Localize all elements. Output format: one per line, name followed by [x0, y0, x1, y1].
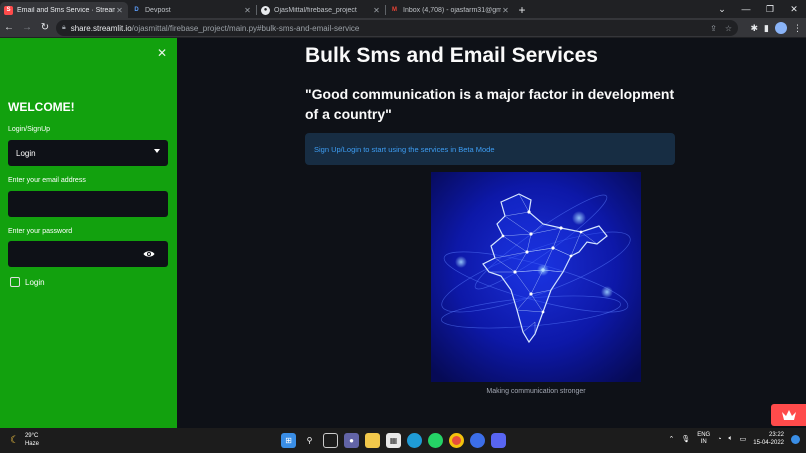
new-tab-button[interactable]: + — [514, 3, 530, 17]
tab-gmail[interactable]: M Inbox (4,708) - ojasfarm31@gma ✕ — [386, 2, 514, 18]
menu-kebab-icon[interactable]: ⋮ — [793, 23, 802, 34]
teams-chat-icon[interactable]: ● — [344, 433, 359, 448]
tab-github[interactable]: ● OjasMittal/firebase_project ✕ — [257, 2, 385, 18]
minimize-icon[interactable]: — — [734, 0, 758, 18]
close-tab-icon[interactable]: ✕ — [501, 6, 510, 15]
moon-icon: ☾ — [10, 434, 19, 446]
taskbar-apps: ⊞ ⚲ ● ▦ — [281, 433, 506, 448]
file-explorer-icon[interactable] — [365, 433, 380, 448]
streamlit-icon: S — [4, 5, 13, 15]
url-path: /ojasmittal/firebase_project/main.py#bul… — [131, 23, 360, 33]
close-sidebar-icon[interactable]: ✕ — [157, 46, 167, 60]
close-window-icon[interactable]: ✕ — [782, 0, 806, 18]
weather-desc: Haze — [24, 441, 39, 447]
chevron-down-icon — [154, 149, 160, 153]
discord-icon[interactable] — [491, 433, 506, 448]
welcome-heading: WELCOME! — [8, 100, 75, 114]
tab-title: OjasMittal/firebase_project — [274, 6, 357, 14]
close-tab-icon[interactable]: ✕ — [243, 6, 252, 15]
crown-icon — [781, 410, 796, 420]
image-caption: Making communication stronger — [486, 388, 586, 395]
extensions-icon[interactable]: ✱ — [751, 23, 759, 34]
battery-icon[interactable]: ▭ — [740, 435, 747, 443]
forward-icon[interactable]: → — [18, 22, 36, 33]
reload-icon[interactable]: ↻ — [36, 22, 54, 33]
window-controls: ⌄ — ❐ ✕ — [710, 0, 806, 18]
clock-time: 23:22 — [768, 432, 784, 438]
clock[interactable]: 23:22 15-04-2022 — [753, 431, 784, 447]
notification-icon[interactable] — [791, 434, 800, 444]
login-signup-select[interactable]: Login — [8, 140, 168, 166]
menu-label: Login/SignUp — [8, 126, 51, 133]
close-tab-icon[interactable]: ✕ — [115, 6, 124, 15]
login-checkbox[interactable] — [10, 277, 20, 287]
store-icon[interactable]: ▦ — [386, 433, 401, 448]
tab-devpost[interactable]: D Devpost ✕ — [128, 2, 256, 18]
quote-heading: "Good communication is a major factor in… — [305, 86, 675, 122]
back-icon[interactable]: ← — [0, 22, 18, 33]
whatsapp-icon[interactable] — [428, 433, 443, 448]
clock-date: 15-04-2022 — [753, 440, 784, 446]
language-indicator[interactable]: ENG IN — [697, 432, 710, 446]
address-bar[interactable]: 🔒︎ share.streamlit.io /ojasmittal/fireba… — [56, 20, 738, 36]
chevron-up-icon[interactable]: ⌃ — [668, 435, 674, 443]
windows-start-icon[interactable]: ⊞ — [281, 433, 296, 448]
weather-widget[interactable]: ☾ 29°C Haze — [10, 432, 39, 448]
main-content: Bulk Sms and Email Services "Good commun… — [177, 38, 806, 428]
streamlit-manage-badge[interactable] — [771, 404, 806, 426]
tab-search-icon[interactable]: ⌄ — [710, 0, 734, 18]
lang-top: ENG — [697, 432, 711, 438]
info-alert-text: Sign Up/Login to start using the service… — [314, 144, 495, 154]
url-host: share.streamlit.io — [70, 23, 132, 33]
volume-icon[interactable]: 🔈︎ — [728, 435, 732, 443]
lock-icon: 🔒︎ — [62, 24, 66, 31]
tab-strip: S Email and Sms Service · Streamlit ✕ D … — [0, 0, 806, 18]
info-alert: Sign Up/Login to start using the service… — [305, 133, 675, 165]
mic-off-icon[interactable]: 🎙︎ — [681, 435, 690, 443]
os-taskbar: ☾ 29°C Haze ⊞ ⚲ ● ▦ ⌃ 🎙︎ ENG IN ◔ 🔈︎ ▭ 2… — [0, 428, 806, 453]
profile-avatar[interactable] — [775, 22, 787, 34]
password-label: Enter your password — [8, 228, 73, 235]
chrome-icon[interactable] — [449, 433, 464, 448]
task-view-icon[interactable] — [323, 433, 338, 448]
github-icon: ● — [261, 5, 270, 15]
tab-title: Inbox (4,708) - ojasfarm31@gma — [403, 6, 501, 14]
gmail-icon: M — [392, 7, 397, 13]
email-label: Enter your email address — [8, 177, 86, 184]
edge-icon[interactable] — [407, 433, 422, 448]
tab-title: Email and Sms Service · Streamlit — [17, 6, 115, 14]
tab-title: Devpost — [145, 6, 171, 14]
sidebar: ✕ WELCOME! Login/SignUp Login Enter your… — [0, 38, 177, 428]
tab-streamlit[interactable]: S Email and Sms Service · Streamlit ✕ — [0, 2, 128, 18]
close-tab-icon[interactable]: ✕ — [372, 6, 381, 15]
login-checkbox-label: Login — [25, 278, 45, 287]
browser-toolbar: ← → ↻ 🔒︎ share.streamlit.io /ojasmittal/… — [0, 18, 806, 38]
search-icon[interactable]: ⚲ — [302, 433, 317, 448]
bookmark-star-icon[interactable]: ☆ — [725, 24, 732, 33]
share-icon[interactable]: ⇪ — [710, 24, 717, 33]
chrome-beta-icon[interactable] — [470, 433, 485, 448]
weather-temp: 29°C — [24, 433, 39, 439]
system-tray: ⌃ 🎙︎ ENG IN ◔ 🔈︎ ▭ 23:22 15-04-2022 — [668, 431, 800, 447]
wifi-icon[interactable]: ◔ — [717, 436, 721, 443]
show-password-icon[interactable] — [143, 250, 155, 258]
devpost-icon: D — [134, 7, 139, 13]
email-field[interactable] — [8, 191, 168, 217]
lang-bottom: IN — [700, 439, 707, 445]
select-value: Login — [16, 148, 36, 158]
restore-icon[interactable]: ❐ — [758, 0, 782, 18]
india-network-map-image — [431, 172, 641, 382]
side-panel-icon[interactable]: ▮ — [764, 23, 769, 34]
page-title: Bulk Sms and Email Services — [305, 44, 598, 67]
